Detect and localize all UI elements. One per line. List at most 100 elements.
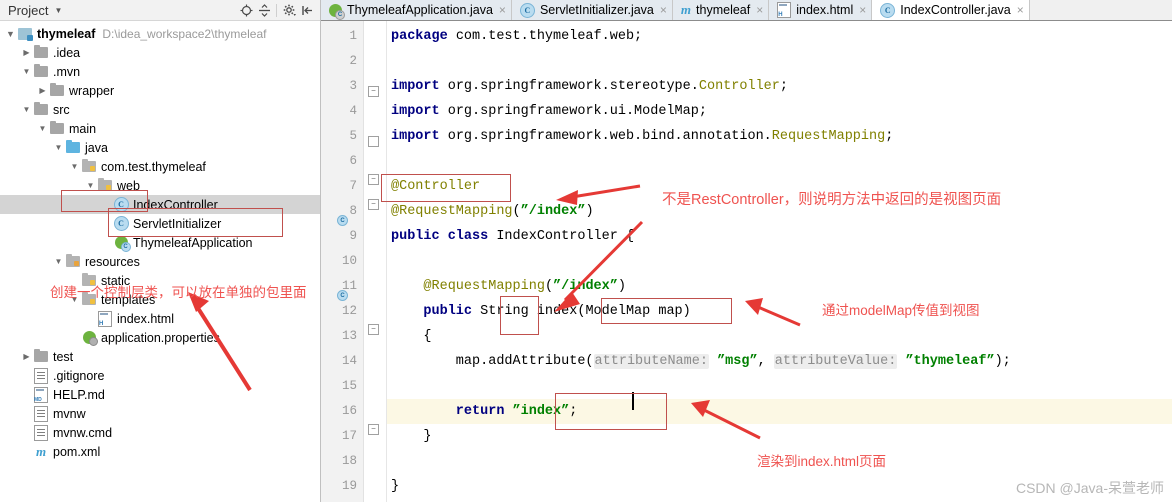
hide-panel-icon[interactable] [298, 1, 316, 19]
chevron-down-icon[interactable]: ▼ [68, 157, 81, 176]
editor-tab-label: ServletInitializer.java [539, 3, 654, 17]
line-number-gutter: 1 2 3 4 5 6 7 8 9 10 11 12 13 14 15 16 17 18 19 [321, 21, 364, 502]
tree-row-pom-xml[interactable]: m pom.xml [0, 442, 320, 461]
editor-tab-thymeleaf[interactable]: m thymeleaf × [672, 0, 770, 20]
code-token: org.springframework.ui.ModelMap; [447, 104, 707, 119]
tree-row-help-md[interactable]: HELP.md [0, 385, 320, 404]
tree-row-mvnw[interactable]: mvnw [0, 404, 320, 423]
code-line[interactable]: } [391, 424, 431, 449]
chevron-down-icon[interactable]: ▼ [4, 24, 17, 43]
close-icon[interactable]: × [1017, 3, 1024, 17]
fold-marker-method[interactable]: − [368, 324, 379, 335]
tree-row-web[interactable]: ▼ web [0, 176, 320, 195]
tree-row-servletinitializer[interactable]: C ServletInitializer [0, 214, 320, 233]
tree-row-java[interactable]: ▼ java [0, 138, 320, 157]
spring-bean-gutter-icon[interactable]: C [337, 215, 361, 239]
spring-boot-class-icon: C [113, 235, 131, 252]
chevron-down-icon[interactable]: ▼ [36, 119, 49, 138]
markdown-file-icon [33, 386, 49, 403]
tree-row-indexcontroller[interactable]: C IndexController [0, 195, 320, 214]
tree-row-thymeleafapplication[interactable]: C ThymeleafApplication [0, 233, 320, 252]
close-icon[interactable]: × [859, 3, 866, 17]
folder-icon [49, 82, 65, 99]
java-class-icon: C [880, 2, 896, 18]
code-editor[interactable]: 1 2 3 4 5 6 7 8 9 10 11 12 13 14 15 16 17 18 19 package co… [321, 21, 1172, 502]
line-number: 7 [349, 179, 357, 193]
chevron-down-icon[interactable]: ▼ [54, 6, 62, 15]
tree-row-wrapper[interactable]: ▶ wrapper [0, 81, 320, 100]
tree-row-test[interactable]: ▶ test [0, 347, 320, 366]
close-icon[interactable]: × [756, 3, 763, 17]
locate-target-icon[interactable] [237, 1, 255, 19]
code-line[interactable]: import org.springframework.web.bind.anno… [391, 124, 893, 149]
editor-tab-thymeleafapplication-java[interactable]: C ThymeleafApplication.java × [321, 0, 512, 20]
code-line[interactable]: public String index(ModelMap map) [391, 299, 690, 324]
close-icon[interactable]: × [660, 3, 667, 17]
tree-row--mvn[interactable]: ▼ .mvn [0, 62, 320, 81]
tree-row-com-test-thymeleaf[interactable]: ▼ com.test.thymeleaf [0, 157, 320, 176]
fold-marker-annotation[interactable]: − [368, 199, 379, 210]
tree-row-src[interactable]: ▼ src [0, 100, 320, 119]
collapse-all-icon[interactable] [255, 1, 273, 19]
fold-marker-class[interactable]: − [368, 174, 379, 185]
settings-gear-icon[interactable] [280, 1, 298, 19]
code-line[interactable]: import org.springframework.stereotype.Co… [391, 74, 788, 99]
code-line[interactable]: } [391, 474, 399, 499]
spring-boot-class-icon: C [329, 3, 345, 20]
tree-row--idea[interactable]: ▶ .idea [0, 43, 320, 62]
code-token: com.test.thymeleaf.web; [455, 29, 643, 44]
code-line[interactable]: map.addAttribute(attributeName: ”msg”, a… [391, 349, 1011, 374]
code-line[interactable]: public class IndexController { [391, 224, 634, 249]
chevron-down-icon[interactable]: ▼ [20, 100, 33, 119]
editor-tab-index-html[interactable]: index.html × [769, 0, 873, 20]
chevron-down-icon[interactable]: ▼ [52, 252, 65, 271]
chevron-right-icon[interactable]: ▶ [20, 43, 33, 62]
folder-icon [49, 120, 65, 137]
tree-item-label: web [117, 178, 140, 193]
line-number: 8 [349, 204, 357, 218]
maven-file-icon: m [35, 443, 47, 459]
chevron-right-icon[interactable]: ▶ [36, 81, 49, 100]
chevron-down-icon[interactable]: ▼ [20, 62, 33, 81]
tree-item-label: ServletInitializer [133, 216, 222, 231]
code-token: org.springframework.web.bind.annotation. [447, 129, 772, 144]
code-token: ) [617, 279, 626, 294]
tree-row--gitignore[interactable]: .gitignore [0, 366, 320, 385]
spring-mapping-gutter-icon[interactable]: C [337, 290, 361, 314]
code-line[interactable]: import org.springframework.ui.ModelMap; [391, 99, 707, 124]
chevron-down-icon[interactable]: ▼ [84, 176, 97, 195]
fold-marker-method-end[interactable]: − [368, 424, 379, 435]
tree-row-mvnw-cmd[interactable]: mvnw.cmd [0, 423, 320, 442]
tree-row-resources[interactable]: ▼ resources [0, 252, 320, 271]
editor-tab-indexcontroller-java[interactable]: C IndexController.java × [872, 0, 1030, 20]
close-icon[interactable]: × [499, 3, 506, 17]
chevron-right-icon[interactable]: ▶ [20, 347, 33, 366]
code-token: ( [544, 279, 554, 294]
tree-row-main[interactable]: ▼ main [0, 119, 320, 138]
tree-row-application-properties[interactable]: application.properties [0, 328, 320, 347]
tree-item-label: test [53, 349, 74, 364]
editor-tab-label: index.html [796, 3, 854, 17]
code-token: { [391, 329, 432, 344]
code-line[interactable]: return ”index”; [391, 399, 578, 424]
fold-marker-imports[interactable]: − [368, 86, 379, 97]
code-line[interactable]: @Controller [391, 174, 480, 199]
code-line[interactable]: { [391, 324, 432, 349]
fold-marker-imports-end[interactable] [368, 136, 379, 147]
editor-tab-servletinitializer-java[interactable]: C ServletInitializer.java × [511, 0, 673, 20]
code-line[interactable]: @RequestMapping(”/index”) [391, 199, 594, 224]
java-class-icon: C [113, 197, 129, 213]
tree-row-root[interactable]: ▼ thymeleaf D:\idea_workspace2\thymeleaf [0, 24, 320, 43]
chevron-down-icon[interactable]: ▼ [52, 138, 65, 157]
code-token: , [757, 354, 774, 369]
tree-row-index-html[interactable]: index.html [0, 309, 320, 328]
project-tree[interactable]: ▼ thymeleaf D:\idea_workspace2\thymeleaf… [0, 22, 320, 502]
code-line[interactable]: @RequestMapping(”/index”) [391, 274, 626, 299]
code-line[interactable]: package com.test.thymeleaf.web; [391, 24, 642, 49]
project-panel-title[interactable]: Project [8, 3, 48, 18]
